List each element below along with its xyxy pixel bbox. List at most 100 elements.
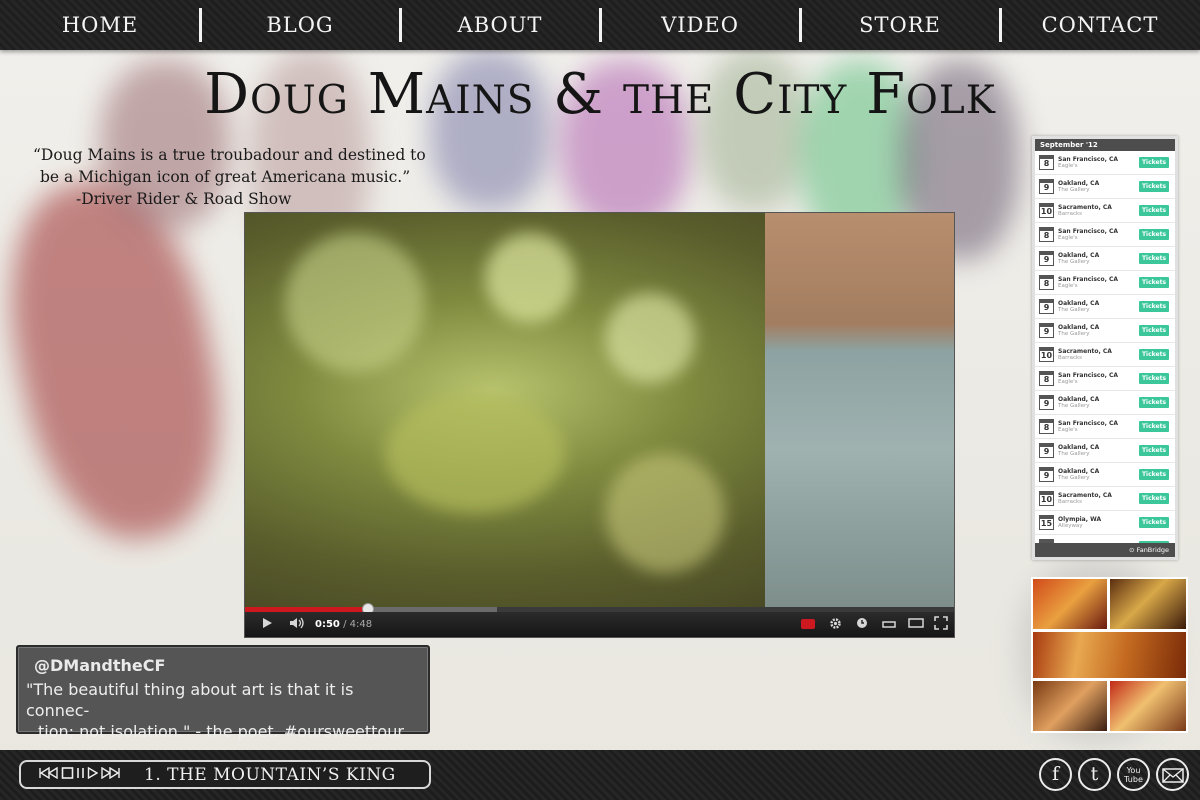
tour-date-info: Oakland, CA The Gallery (1058, 252, 1130, 266)
fanbridge-label: FanBridge (1136, 546, 1169, 554)
twitter-icon[interactable]: t (1078, 758, 1111, 791)
tour-venue: Barracks (1058, 210, 1083, 217)
current-track-title: 1. THE MOUNTAIN’S KING (144, 764, 396, 785)
page-title: Doug Mains & the City Folk (204, 62, 996, 127)
calendar-day-icon: 9 (1039, 443, 1054, 458)
tour-venue: Eagle's (1058, 282, 1078, 289)
tour-city: San Francisco, CA (1058, 275, 1119, 283)
calendar-day-icon: 9 (1039, 251, 1054, 266)
tour-date-row: 8 San Francisco, CA Eagle's Tickets (1035, 367, 1175, 391)
watch-later-icon[interactable] (856, 617, 868, 632)
volume-icon[interactable] (289, 617, 305, 632)
photo-thumbnail[interactable] (1033, 632, 1186, 678)
nav-contact[interactable]: CONTACT (1000, 0, 1200, 50)
tour-city: Oakland, CA (1058, 179, 1100, 187)
video-frame[interactable] (245, 213, 954, 607)
calendar-day-icon: 9 (1039, 299, 1054, 314)
quote-line-2: be a Michigan icon of great Americana mu… (40, 168, 411, 186)
play-icon[interactable] (261, 617, 273, 632)
tickets-button[interactable]: Tickets (1139, 301, 1169, 312)
tour-city: Oakland, CA (1058, 395, 1100, 403)
stop-icon[interactable] (61, 766, 74, 783)
tickets-button[interactable]: Tickets (1139, 493, 1169, 504)
nav-blog[interactable]: BLOG (200, 0, 400, 50)
calendar-day-icon: 9 (1039, 467, 1054, 482)
nav-home[interactable]: HOME (0, 0, 200, 50)
twitter-handle[interactable]: @DMandtheCF (34, 656, 165, 675)
play-icon[interactable] (87, 766, 99, 783)
photo-thumbnail[interactable] (1110, 681, 1186, 731)
tour-date-row: 8 San Francisco, CA Eagle's Tickets (1035, 151, 1175, 175)
tour-city: Olympia, WA (1058, 515, 1102, 523)
fanbridge-footer[interactable]: ⊙ FanBridge (1035, 543, 1175, 557)
photo-thumbnail[interactable] (1033, 579, 1107, 629)
tickets-button[interactable]: Tickets (1139, 469, 1169, 480)
tour-city: Oakland, CA (1058, 323, 1100, 331)
tickets-button[interactable]: Tickets (1139, 229, 1169, 240)
tour-date-info: San Francisco, CA Eagle's (1058, 156, 1130, 170)
tour-date-info: Sacramento, CA Barracks (1058, 348, 1130, 362)
tour-venue: The Gallery (1058, 474, 1090, 481)
tour-month-header: September '12 (1035, 139, 1175, 151)
tour-city: Sacramento, CA (1058, 347, 1112, 355)
tour-city: Sacramento, CA (1058, 491, 1112, 499)
nav-divider (799, 8, 802, 42)
tour-date-row: 9 Oakland, CA The Gallery Tickets (1035, 391, 1175, 415)
tickets-button[interactable]: Tickets (1139, 325, 1169, 336)
tickets-button[interactable]: Tickets (1139, 421, 1169, 432)
tickets-button[interactable]: Tickets (1139, 517, 1169, 528)
calendar-day-icon: 10 (1039, 203, 1054, 218)
tour-venue: Barracks (1058, 498, 1083, 505)
tickets-button[interactable]: Tickets (1139, 205, 1169, 216)
tweet-line-2: tion; not isolation." - the poet. #oursw… (38, 722, 404, 741)
tour-date-row: 8 San Francisco, CA Eagle's Tickets (1035, 271, 1175, 295)
tour-date-info: Oakland, CA The Gallery (1058, 180, 1130, 194)
tickets-button[interactable]: Tickets (1139, 253, 1169, 264)
tickets-button[interactable]: Tickets (1139, 373, 1169, 384)
tickets-button[interactable]: Tickets (1139, 157, 1169, 168)
calendar-day-icon: 8 (1039, 227, 1054, 242)
youtube-icon[interactable] (801, 618, 815, 632)
previous-track-icon[interactable] (39, 766, 59, 783)
calendar-day-icon: 9 (1039, 323, 1054, 338)
tour-date-info: San Francisco, CA Eagle's (1058, 420, 1130, 434)
theater-mode-icon[interactable] (908, 617, 924, 632)
tour-venue: Alleyway (1058, 522, 1083, 529)
tickets-button[interactable]: Tickets (1139, 445, 1169, 456)
tour-venue: The Gallery (1058, 186, 1090, 193)
tickets-button[interactable]: Tickets (1139, 397, 1169, 408)
settings-icon[interactable] (829, 617, 842, 633)
tour-date-info: Oakland, CA The Gallery (1058, 444, 1130, 458)
tour-date-info: Oakland, CA The Gallery (1058, 324, 1130, 338)
tickets-button[interactable]: Tickets (1139, 349, 1169, 360)
top-navigation: HOME BLOG ABOUT VIDEO STORE CONTACT (0, 0, 1200, 50)
next-track-icon[interactable] (100, 766, 120, 783)
captions-icon[interactable] (882, 618, 896, 632)
tour-venue: The Gallery (1058, 402, 1090, 409)
facebook-icon[interactable]: f (1039, 758, 1072, 791)
twitter-feed: @DMandtheCF "The beautiful thing about a… (16, 645, 430, 741)
nav-video[interactable]: VIDEO (600, 0, 800, 50)
video-controls: 0:50 / 4:48 (245, 612, 954, 637)
photo-thumbnail[interactable] (1110, 579, 1186, 629)
nav-about[interactable]: ABOUT (400, 0, 600, 50)
fullscreen-icon[interactable] (934, 616, 948, 633)
tweet-line-1: "The beautiful thing about art is that i… (26, 680, 354, 720)
music-player: 1. THE MOUNTAIN’S KING (19, 760, 431, 789)
tour-dates-list[interactable]: 8 San Francisco, CA Eagle's Tickets 9 Oakland… (1035, 151, 1175, 543)
video-time-separator: / (343, 619, 347, 630)
photo-thumbnail[interactable] (1033, 681, 1107, 731)
tickets-button[interactable]: Tickets (1139, 277, 1169, 288)
pause-icon[interactable] (76, 767, 85, 783)
mail-icon[interactable] (1156, 758, 1189, 791)
calendar-day-icon: 10 (1039, 347, 1054, 362)
tour-city: Oakland, CA (1058, 251, 1100, 259)
tour-venue: Eagle's (1058, 378, 1078, 385)
tour-date-row: 9 Oakland, CA The Gallery Tickets (1035, 319, 1175, 343)
calendar-day-icon: 9 (1039, 179, 1054, 194)
youtube-icon[interactable]: You Tube (1117, 758, 1150, 791)
nav-store[interactable]: STORE (800, 0, 1000, 50)
tour-date-info: San Francisco, CA Eagle's (1058, 372, 1130, 386)
calendar-day-icon: 8 (1039, 155, 1054, 170)
tickets-button[interactable]: Tickets (1139, 181, 1169, 192)
